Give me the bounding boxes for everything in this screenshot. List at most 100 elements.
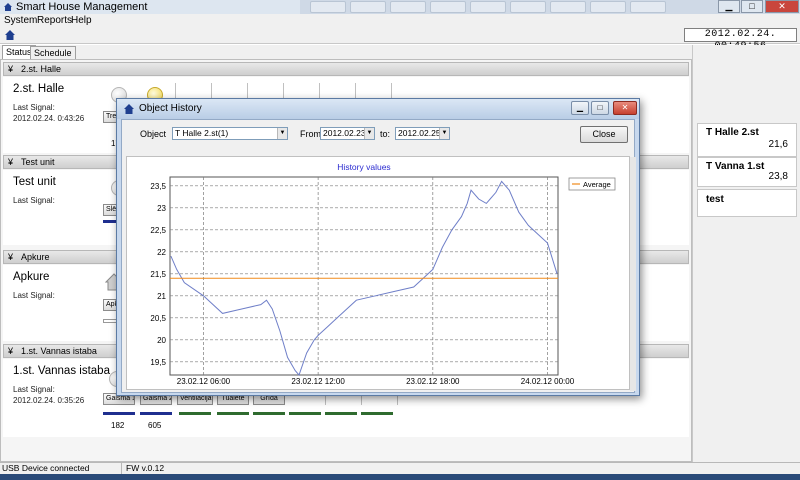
collapse-chevron-icon[interactable]: ¥: [8, 251, 13, 263]
object-select[interactable]: T Halle 2.st(1) ▼: [172, 127, 288, 140]
sensor-card[interactable]: T Vanna 1.st 23,8: [697, 157, 797, 187]
section-title: 2.st. Halle: [13, 83, 65, 95]
section-header-label: Apkure: [21, 252, 50, 262]
taskbar-window-tab[interactable]: [590, 1, 626, 13]
os-taskbar: [0, 474, 800, 480]
from-date-picker[interactable]: 2012.02.23. ▼: [320, 127, 375, 140]
last-signal-value: 2012.02.24. 0:43:26: [13, 114, 85, 123]
section-title: 1.st. Vannas istaba: [13, 365, 110, 377]
close-button[interactable]: Close: [580, 126, 628, 143]
to-date-picker[interactable]: 2012.02.25. ▼: [395, 127, 450, 140]
to-date-value: 2012.02.25.: [398, 128, 443, 138]
chart-scrollbar[interactable]: [630, 157, 636, 391]
menu-system[interactable]: System: [4, 14, 37, 27]
y-tick-label: 19,5: [150, 358, 166, 367]
dialog-title: Object History: [139, 103, 202, 114]
y-tick-label: 23,5: [150, 182, 166, 191]
chart-title: History values: [337, 162, 390, 172]
device-value: 605: [148, 421, 162, 430]
maximize-button[interactable]: □: [741, 0, 763, 13]
device-status-bar: [325, 412, 357, 415]
last-signal-label: Last Signal:: [13, 103, 55, 112]
device-status-bar: [361, 412, 393, 415]
sensor-name: T Vanna 1.st: [706, 161, 765, 172]
device-status-bar: [253, 412, 285, 415]
device-status-bar: [103, 412, 135, 415]
usb-status: USB Device connected: [2, 463, 122, 474]
collapse-chevron-icon[interactable]: ¥: [8, 156, 13, 168]
house-icon: [124, 104, 134, 114]
object-select-value: T Halle 2.st(1): [175, 128, 229, 138]
device-value: 182: [111, 421, 125, 430]
sensor-name: test: [706, 194, 724, 205]
datetime-display: 2012.02.24. 00:49:56: [684, 28, 797, 52]
minimize-button[interactable]: ▁: [718, 0, 740, 13]
y-tick-label: 22: [157, 248, 166, 257]
taskbar-window-tab[interactable]: [310, 1, 346, 13]
section-header[interactable]: ¥ 2.st. Halle: [3, 62, 689, 76]
section-title: Apkure: [13, 271, 50, 283]
tab-schedule[interactable]: Schedule: [30, 46, 76, 59]
dialog-body: Object T Halle 2.st(1) ▼ From: 2012.02.2…: [121, 119, 636, 393]
sensor-name: T Halle 2.st: [706, 127, 759, 138]
app-house-icon: [4, 3, 12, 11]
dialog-titlebar[interactable]: Object History ▁ □ ✕: [117, 99, 639, 119]
x-tick-label: 23.02.12 12:00: [291, 377, 345, 386]
plot-area: [169, 176, 559, 376]
house-icon[interactable]: [4, 29, 16, 41]
history-chart-svg: History values 19,5 20 20,5 21 21,5 22 22,5 23 23…: [150, 162, 616, 386]
x-tick-label: 23.02.12 06:00: [177, 377, 231, 386]
dialog-maximize-button[interactable]: □: [591, 101, 609, 115]
chevron-down-icon[interactable]: ▼: [439, 128, 449, 139]
dialog-minimize-button[interactable]: ▁: [571, 101, 589, 115]
taskbar-window-tab[interactable]: [550, 1, 586, 13]
chevron-down-icon[interactable]: ▼: [277, 128, 287, 139]
section-header-label: 2.st. Halle: [21, 64, 62, 74]
menu-bar: System Reports Help: [0, 14, 800, 27]
history-chart: History values 19,5 20 20,5 21 21,5 22 22,5 23 23…: [126, 156, 636, 391]
x-tick-label: 23.02.12 18:00: [406, 377, 460, 386]
taskbar-window-tab[interactable]: [350, 1, 386, 13]
last-signal-value: 2012.02.24. 0:35:26: [13, 396, 85, 405]
last-signal-label: Last Signal:: [13, 385, 55, 394]
last-signal-label: Last Signal:: [13, 196, 55, 205]
chevron-down-icon[interactable]: ▼: [364, 128, 374, 139]
x-tick-label: 24.02.12 00:00: [521, 377, 575, 386]
status-bar: USB Device connected FW v.0.12: [0, 462, 800, 474]
device-status-bar: [179, 412, 211, 415]
sensor-card[interactable]: T Halle 2.st 21,6: [697, 123, 797, 157]
menu-reports[interactable]: Reports: [37, 14, 72, 27]
close-window-button[interactable]: ✕: [765, 0, 799, 13]
section-header-label: 1.st. Vannas istaba: [21, 346, 97, 356]
taskbar-window-tab[interactable]: [510, 1, 546, 13]
tab-strip: Status Schedule: [0, 45, 692, 59]
window-titlebar: Smart House Management ▁ □ ✕: [0, 0, 800, 14]
taskbar-window-tab[interactable]: [470, 1, 506, 13]
collapse-chevron-icon[interactable]: ¥: [8, 63, 13, 75]
y-tick-label: 22,5: [150, 226, 166, 235]
sensor-value: 21,6: [768, 139, 788, 150]
taskbar-window-tab[interactable]: [390, 1, 426, 13]
taskbar-window-tab[interactable]: [430, 1, 466, 13]
sensor-value: 23,8: [768, 171, 788, 182]
device-status-bar: [289, 412, 321, 415]
collapse-chevron-icon[interactable]: ¥: [8, 345, 13, 357]
section-title: Test unit: [13, 176, 56, 188]
y-tick-label: 23: [157, 204, 166, 213]
sensor-card[interactable]: test: [697, 189, 797, 217]
toolbar: 2012.02.24. 00:49:56: [0, 27, 800, 52]
object-history-dialog: Object History ▁ □ ✕ Object T Halle 2.st…: [116, 98, 640, 396]
app-title: Smart House Management: [0, 0, 300, 14]
last-signal-label: Last Signal:: [13, 291, 55, 300]
object-label: Object: [140, 129, 167, 139]
y-tick-label: 21: [157, 292, 166, 301]
taskbar-window-tab[interactable]: [630, 1, 666, 13]
dialog-close-icon-button[interactable]: ✕: [613, 101, 637, 115]
firmware-version: FW v.0.12: [126, 463, 165, 473]
from-date-value: 2012.02.23.: [323, 128, 368, 138]
legend-label: Average: [583, 180, 611, 189]
section-header-label: Test unit: [21, 157, 55, 167]
menu-help[interactable]: Help: [71, 14, 92, 27]
y-tick-label: 21,5: [150, 270, 166, 279]
device-status-bar: [140, 412, 172, 415]
